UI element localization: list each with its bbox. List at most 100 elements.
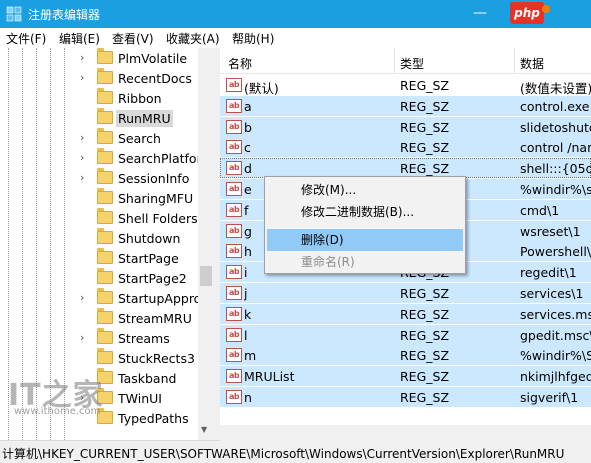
value-data: control.exe desk.cpl bbox=[520, 98, 591, 114]
column-divider[interactable] bbox=[394, 48, 395, 74]
tree-item[interactable]: › Streams bbox=[0, 328, 198, 348]
tree-item[interactable]: › SessionInfo bbox=[0, 168, 198, 188]
chevron-right-icon[interactable]: › bbox=[80, 171, 90, 185]
folder-icon bbox=[97, 288, 113, 304]
value-data: (数值未设置) bbox=[520, 81, 591, 96]
tree-item[interactable]: › StartupApproved bbox=[0, 288, 214, 308]
tree-item[interactable]: StartPage2 bbox=[0, 268, 198, 288]
tree-scrollbar[interactable]: ▼ bbox=[198, 48, 214, 440]
tree-item-label: SharingMFU bbox=[118, 191, 194, 206]
menu-help[interactable]: 帮助(H) bbox=[232, 30, 274, 47]
value-name: (默认) bbox=[244, 81, 279, 96]
chevron-right-icon[interactable]: › bbox=[80, 291, 90, 305]
value-type: REG_SZ bbox=[400, 327, 450, 343]
title-bar: 注册表编辑器 — php bbox=[0, 0, 591, 28]
value-name: m bbox=[244, 348, 257, 364]
string-value-icon: ab bbox=[226, 161, 242, 176]
tree-item[interactable]: StartPage bbox=[0, 248, 198, 268]
value-name: MRUList bbox=[244, 369, 295, 385]
ithome-watermark: IT之家 www.ithome.com bbox=[8, 370, 118, 420]
folder-icon bbox=[97, 128, 113, 144]
context-delete[interactable]: 删除(D) bbox=[267, 229, 463, 251]
tree-item[interactable]: Shutdown bbox=[0, 228, 198, 248]
menu-favorites[interactable]: 收藏夹(A) bbox=[166, 30, 220, 47]
list-row[interactable]: abb REG_SZ slidetoshutdown bbox=[220, 116, 591, 137]
value-type: REG_SZ bbox=[400, 369, 450, 385]
value-data: sigverif\1 bbox=[520, 390, 579, 405]
string-value-icon: ab bbox=[226, 348, 242, 363]
list-row[interactable]: abk REG_SZ services.msc\1 bbox=[220, 303, 591, 324]
list-row[interactable]: abm REG_SZ %windir%\Sy bbox=[220, 345, 591, 366]
tree-item[interactable]: RunMRU bbox=[0, 108, 198, 128]
list-row[interactable]: ab n REG_SZ sigverif\1 bbox=[220, 387, 591, 407]
context-modify-binary[interactable]: 修改二进制数据(B)... bbox=[267, 201, 463, 223]
value-type: REG_SZ bbox=[400, 306, 450, 322]
list-row[interactable]: abMRUList REG_SZ nkimjlhfgedcb bbox=[220, 366, 591, 387]
tree-item-label: Taskband bbox=[118, 371, 177, 386]
list-row[interactable]: aba REG_SZ control.exe desk.cpl bbox=[220, 95, 591, 116]
chevron-right-icon[interactable]: › bbox=[80, 331, 90, 345]
chevron-right-icon[interactable]: › bbox=[80, 151, 90, 165]
tree-item[interactable]: Ribbon bbox=[0, 88, 198, 108]
tree-item[interactable]: StreamMRU bbox=[0, 308, 198, 328]
tree-item-label: Search bbox=[118, 131, 161, 146]
tree-item[interactable]: StuckRects3 bbox=[0, 348, 198, 368]
tree-item[interactable]: › Search bbox=[0, 128, 198, 148]
string-value-icon: ab bbox=[226, 140, 242, 155]
folder-icon bbox=[97, 248, 113, 264]
tree-item-label: Shutdown bbox=[118, 231, 181, 246]
minimize-button[interactable]: — bbox=[465, 2, 495, 26]
value-name: j bbox=[244, 286, 248, 301]
column-header-type[interactable]: 类型 bbox=[400, 55, 424, 72]
tree-item[interactable]: Shell Folders bbox=[0, 208, 198, 228]
value-type: REG_SZ bbox=[400, 348, 450, 364]
string-value-icon: ab bbox=[226, 98, 242, 113]
tree-scroll-thumb[interactable] bbox=[200, 266, 212, 286]
folder-icon bbox=[97, 88, 113, 104]
tree-item[interactable]: › SearchPlatform bbox=[0, 148, 214, 168]
tree-item-label: StartPage2 bbox=[118, 271, 187, 286]
chevron-right-icon[interactable]: › bbox=[80, 71, 90, 85]
horizontal-scrollbar[interactable] bbox=[220, 425, 591, 441]
value-data: services\1 bbox=[520, 286, 584, 301]
folder-icon bbox=[97, 108, 113, 124]
tree-item-label: PlmVolatile bbox=[118, 51, 188, 66]
value-name: d bbox=[244, 161, 252, 177]
list-row[interactable]: abc REG_SZ control /name bbox=[220, 137, 591, 158]
menu-edit[interactable]: 编辑(E) bbox=[59, 30, 100, 47]
string-value-icon: ab bbox=[226, 202, 242, 217]
column-header-data[interactable]: 数据 bbox=[520, 55, 544, 72]
value-type: REG_SZ bbox=[400, 286, 450, 301]
context-modify[interactable]: 修改(M)... bbox=[267, 179, 463, 201]
value-type: REG_SZ bbox=[400, 390, 450, 405]
tree-item-label: StartPage bbox=[118, 251, 179, 266]
column-header-name[interactable]: 名称 bbox=[228, 55, 252, 72]
string-value-icon: ab bbox=[226, 286, 242, 300]
tree-item[interactable]: › RecentDocs bbox=[0, 68, 198, 88]
scroll-down-arrow-icon[interactable]: ▼ bbox=[201, 425, 207, 434]
menu-view[interactable]: 查看(V) bbox=[112, 30, 154, 47]
tree-item-label: StreamMRU bbox=[118, 311, 192, 326]
string-value-icon: ab bbox=[226, 327, 242, 342]
string-value-icon: ab bbox=[226, 244, 242, 259]
tree-item[interactable]: SharingMFU bbox=[0, 188, 198, 208]
tree-item-label: StuckRects3 bbox=[118, 351, 195, 366]
string-value-icon: ab bbox=[226, 265, 242, 280]
value-data: slidetoshutdown bbox=[520, 119, 591, 135]
tree-item[interactable]: › PlmVolatile bbox=[0, 48, 198, 68]
context-rename[interactable]: 重命名(R) bbox=[267, 251, 463, 273]
chevron-right-icon[interactable]: › bbox=[80, 131, 90, 145]
column-divider[interactable] bbox=[514, 48, 515, 74]
list-row[interactable]: ab (默认) REG_SZ (数值未设置) bbox=[220, 75, 591, 96]
list-row[interactable]: abl REG_SZ gpedit.msc\1 bbox=[220, 324, 591, 345]
chevron-right-icon[interactable]: › bbox=[80, 51, 90, 65]
folder-icon bbox=[97, 188, 113, 204]
folder-icon bbox=[97, 168, 113, 184]
string-value-icon: ab bbox=[226, 223, 242, 238]
value-type: REG_SZ bbox=[400, 140, 450, 156]
value-type: REG_SZ bbox=[400, 78, 450, 93]
php-logo-badge: php bbox=[510, 2, 544, 24]
tree-item-label: RunMRU bbox=[116, 110, 173, 127]
menu-file[interactable]: 文件(F) bbox=[6, 30, 46, 47]
list-row[interactable]: ab j REG_SZ services\1 bbox=[220, 283, 591, 303]
